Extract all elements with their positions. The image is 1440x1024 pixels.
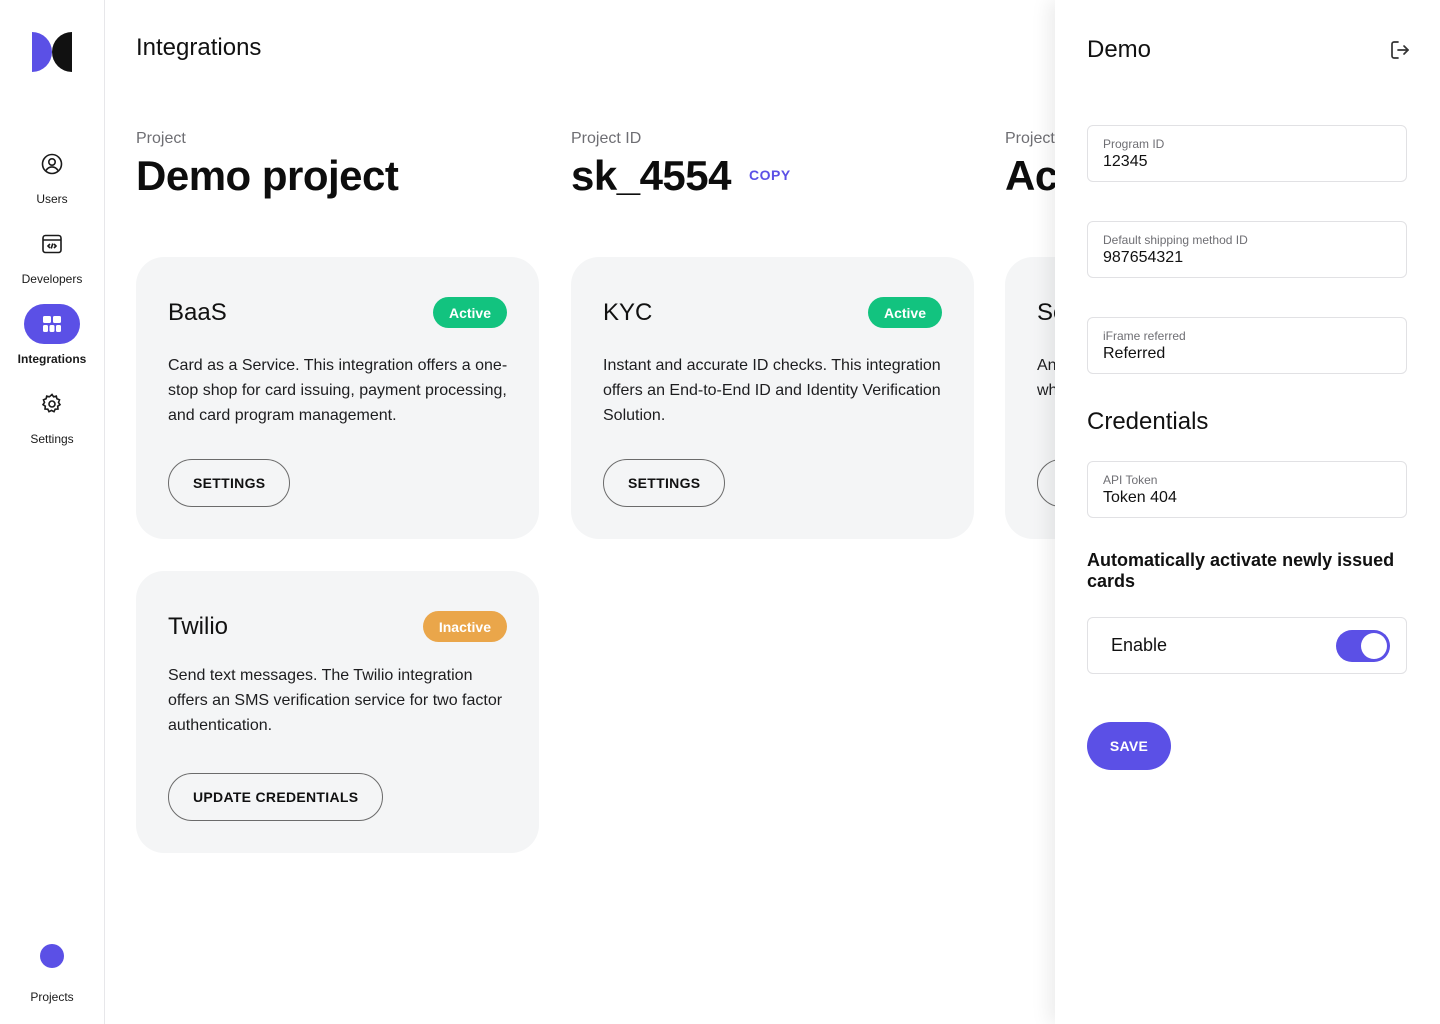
project-name-value: Demo project bbox=[136, 152, 399, 199]
field-label: iFrame referred bbox=[1103, 329, 1186, 343]
sidebar-item-label: Developers bbox=[21, 272, 83, 286]
sidebar: Users Developers Integrations Settings P… bbox=[0, 0, 105, 1024]
sidebar-item-label: Projects bbox=[30, 990, 74, 1004]
project-avatar bbox=[40, 944, 64, 968]
gear-icon bbox=[24, 384, 80, 424]
status-badge: Active bbox=[867, 297, 942, 328]
settings-button[interactable]: SETTINGS bbox=[168, 459, 291, 507]
code-window-icon bbox=[24, 224, 80, 264]
integration-card-partial: Se An wh bbox=[1005, 257, 1055, 539]
enable-label: Enable bbox=[1111, 635, 1168, 655]
sidebar-item-developers[interactable]: Developers bbox=[0, 224, 104, 286]
settings-button[interactable] bbox=[1037, 459, 1055, 507]
sidebar-item-projects[interactable]: Projects bbox=[0, 944, 104, 1004]
field-label: Default shipping method ID bbox=[1103, 233, 1248, 247]
page-title: Integrations bbox=[136, 34, 262, 61]
project-id-label: Project ID bbox=[571, 130, 642, 147]
sidebar-item-label: Users bbox=[36, 192, 68, 206]
project-id-value: sk_4554 bbox=[571, 152, 732, 199]
panel-title: Demo bbox=[1087, 36, 1152, 63]
main-content: Integrations Project Demo project Projec… bbox=[105, 0, 1055, 1024]
card-title: Se bbox=[1037, 299, 1055, 326]
iframe-referred-field[interactable]: iFrame referred bbox=[1087, 317, 1407, 374]
project-id-block: Project ID sk_4554 COPY bbox=[571, 130, 791, 200]
card-description: Send text messages. The Twilio integrati… bbox=[168, 667, 503, 734]
project-status-block: Project Act bbox=[1005, 130, 1055, 200]
enable-toggle-row: Enable bbox=[1087, 617, 1407, 674]
sidebar-item-integrations[interactable]: Integrations bbox=[0, 304, 104, 366]
copy-button[interactable]: COPY bbox=[749, 167, 791, 183]
project-name-block: Project Demo project bbox=[136, 130, 399, 200]
shipping-method-field[interactable]: Default shipping method ID bbox=[1087, 221, 1407, 278]
status-badge: Active bbox=[432, 297, 507, 328]
sidebar-item-settings[interactable]: Settings bbox=[0, 384, 104, 446]
card-title: Twilio bbox=[168, 613, 229, 640]
project-status-label: Project bbox=[1005, 130, 1055, 147]
integration-card-twilio: Twilio Inactive Send text messages. The … bbox=[136, 571, 539, 853]
card-title: KYC bbox=[603, 299, 653, 326]
field-label: API Token bbox=[1103, 473, 1158, 487]
card-description: Instant and accurate ID checks. This int… bbox=[603, 357, 941, 424]
program-id-input[interactable] bbox=[1103, 153, 1391, 171]
project-name-label: Project bbox=[136, 130, 186, 147]
iframe-referred-input[interactable] bbox=[1103, 345, 1391, 363]
integrations-icon bbox=[24, 304, 80, 344]
sidebar-item-label: Integrations bbox=[17, 352, 87, 366]
sidebar-item-users[interactable]: Users bbox=[0, 144, 104, 206]
program-id-field[interactable]: Program ID bbox=[1087, 125, 1407, 182]
close-panel-icon[interactable] bbox=[1388, 38, 1412, 62]
field-label: Program ID bbox=[1103, 137, 1165, 151]
enable-toggle-switch[interactable] bbox=[1336, 629, 1390, 662]
api-token-field[interactable]: API Token bbox=[1087, 461, 1407, 518]
project-status-value: Act bbox=[1005, 152, 1055, 199]
sidebar-item-label: Settings bbox=[30, 432, 74, 446]
credentials-heading: Credentials bbox=[1087, 408, 1209, 435]
integration-settings-panel: Demo Program ID Default shipping method … bbox=[1055, 0, 1440, 1024]
api-token-input[interactable] bbox=[1103, 489, 1391, 507]
shipping-method-input[interactable] bbox=[1103, 249, 1391, 267]
card-description: An wh bbox=[1037, 357, 1055, 399]
status-badge: Inactive bbox=[422, 611, 507, 642]
card-description: Card as a Service. This integration offe… bbox=[168, 357, 508, 424]
card-title: BaaS bbox=[168, 299, 227, 326]
update-credentials-button[interactable]: UPDATE CREDENTIALS bbox=[168, 773, 384, 821]
save-button[interactable]: SAVE bbox=[1087, 722, 1171, 770]
integration-card-kyc: KYC Active Instant and accurate ID check… bbox=[571, 257, 974, 539]
settings-button[interactable]: SETTINGS bbox=[603, 459, 726, 507]
auto-activate-heading: Automatically activate newly issued card… bbox=[1087, 550, 1395, 591]
user-circle-icon bbox=[24, 144, 80, 184]
integration-card-baas: BaaS Active Card as a Service. This inte… bbox=[136, 257, 539, 539]
brand-logo[interactable] bbox=[32, 32, 72, 72]
toggle-knob bbox=[1361, 632, 1387, 659]
